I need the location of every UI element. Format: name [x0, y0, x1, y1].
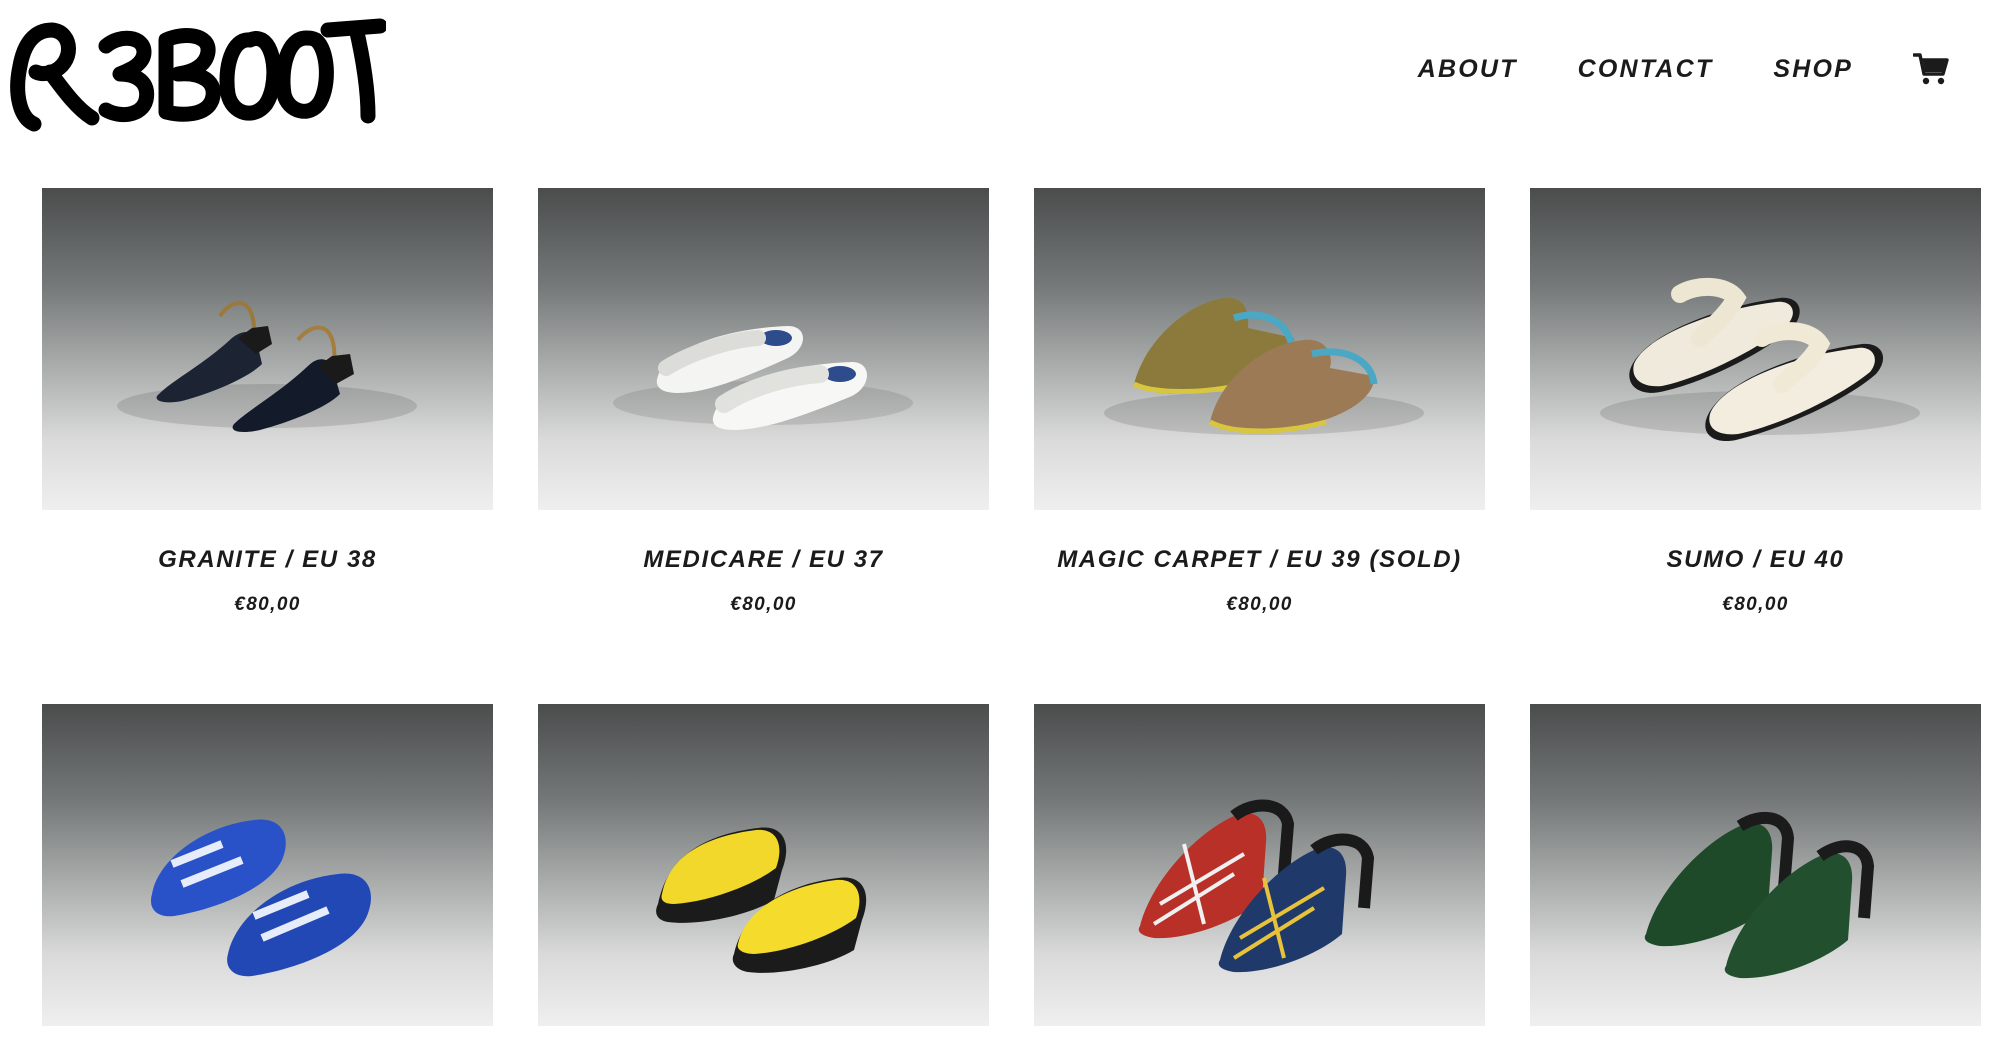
- product-image[interactable]: [1034, 188, 1485, 510]
- shoe-image: [150, 819, 371, 977]
- product-grid: GRANITE / EU 38 €80,00 MEDICARE / EU 37 …: [42, 188, 1981, 1062]
- logo-mark: [10, 18, 388, 132]
- product-image[interactable]: [1530, 188, 1981, 510]
- shoe-image: [117, 301, 417, 432]
- product-card[interactable]: GRANITE / EU 38 €80,00: [42, 188, 493, 616]
- product-name[interactable]: SUMO / EU 40: [1530, 546, 1981, 574]
- product-image[interactable]: [42, 188, 493, 510]
- product-card[interactable]: [1034, 704, 1485, 1062]
- product-name[interactable]: MEDICARE / EU 37: [538, 546, 989, 574]
- product-price: €80,00: [234, 594, 301, 615]
- product-image[interactable]: [42, 704, 493, 1026]
- shopping-cart-icon[interactable]: [1912, 52, 1949, 86]
- product-price: €80,00: [1226, 594, 1293, 615]
- nav-shop[interactable]: SHOP: [1773, 55, 1853, 84]
- shoe-image: [1600, 277, 1920, 442]
- nav-about[interactable]: ABOUT: [1418, 55, 1518, 84]
- product-image[interactable]: [538, 188, 989, 510]
- shoe-image: [1104, 297, 1424, 435]
- product-card[interactable]: SUMO / EU 40 €80,00: [1530, 188, 1981, 616]
- product-card[interactable]: [538, 704, 989, 1062]
- shoe-image: [1644, 812, 1875, 979]
- product-card[interactable]: MAGIC CARPET / EU 39 (SOLD) €80,00: [1034, 188, 1485, 616]
- product-card[interactable]: [1530, 704, 1981, 1062]
- shoe-image: [656, 827, 867, 973]
- logo[interactable]: [6, 8, 388, 138]
- product-name[interactable]: GRANITE / EU 38: [42, 546, 493, 574]
- main-nav: ABOUT CONTACT SHOP: [1418, 52, 1949, 86]
- shoe-image: [1138, 799, 1375, 973]
- product-card[interactable]: MEDICARE / EU 37 €80,00: [538, 188, 989, 616]
- product-card[interactable]: [42, 704, 493, 1062]
- product-price: €80,00: [1722, 594, 1789, 615]
- nav-contact[interactable]: CONTACT: [1578, 55, 1714, 84]
- shoe-image: [613, 326, 913, 430]
- product-image[interactable]: [538, 704, 989, 1026]
- site-header: ABOUT CONTACT SHOP: [0, 0, 2013, 170]
- product-price: €80,00: [730, 594, 797, 615]
- product-name[interactable]: MAGIC CARPET / EU 39 (SOLD): [1034, 546, 1485, 574]
- product-image[interactable]: [1530, 704, 1981, 1026]
- product-image[interactable]: [1034, 704, 1485, 1026]
